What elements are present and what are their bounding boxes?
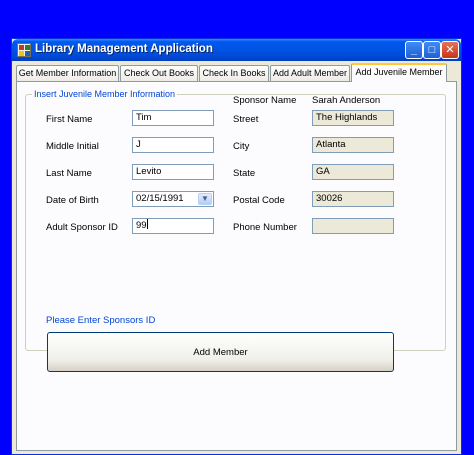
juvenile-info-groupbox: Insert Juvenile Member Information First… bbox=[25, 89, 446, 351]
title-bar[interactable]: Library Management Application _ □ ✕ bbox=[12, 39, 461, 61]
street-value: The Highlands bbox=[316, 112, 378, 123]
last-name-label: Last Name bbox=[46, 168, 92, 179]
middle-initial-value: J bbox=[136, 139, 141, 150]
sponsor-name-value: Sarah Anderson bbox=[312, 95, 381, 106]
last-name-input[interactable]: Levito bbox=[132, 164, 214, 180]
street-label: Street bbox=[233, 114, 259, 125]
first-name-input[interactable]: Tim bbox=[132, 110, 214, 126]
close-icon: ✕ bbox=[445, 43, 455, 56]
tab-add-adult-member[interactable]: Add Adult Member bbox=[270, 65, 350, 81]
city-label: City bbox=[233, 141, 250, 152]
groupbox-title: Insert Juvenile Member Information bbox=[32, 89, 178, 99]
tab-panel: Insert Juvenile Member Information First… bbox=[16, 81, 457, 451]
tab-add-juvenile-member[interactable]: Add Juvenile Member bbox=[351, 63, 447, 82]
date-of-birth-value: 02/15/1991 bbox=[136, 193, 184, 204]
postal-code-value: 30026 bbox=[316, 193, 343, 204]
last-name-value: Levito bbox=[136, 166, 162, 177]
add-member-button[interactable]: Add Member bbox=[47, 332, 394, 372]
chevron-down-icon[interactable]: ▼ bbox=[198, 193, 212, 205]
adult-sponsor-id-input[interactable]: 99 bbox=[132, 218, 214, 234]
tab-strip: Get Member Information Check Out Books C… bbox=[16, 63, 461, 82]
tab-check-out-books[interactable]: Check Out Books bbox=[120, 65, 198, 81]
adult-sponsor-id-label: Adult Sponsor ID bbox=[46, 222, 118, 233]
app-window: Library Management Application _ □ ✕ Get… bbox=[11, 38, 462, 455]
date-of-birth-label: Date of Birth bbox=[46, 195, 99, 206]
maximize-button[interactable]: □ bbox=[423, 41, 441, 59]
first-name-label: First Name bbox=[46, 114, 93, 125]
text-cursor bbox=[146, 219, 148, 229]
state-label: State bbox=[233, 168, 256, 179]
minimize-button[interactable]: _ bbox=[405, 41, 423, 59]
first-name-value: Tim bbox=[136, 112, 152, 123]
tab-check-in-books[interactable]: Check In Books bbox=[199, 65, 269, 81]
phone-number-field bbox=[312, 218, 394, 234]
sponsor-id-hint: Please Enter Sponsors ID bbox=[46, 315, 156, 326]
app-icon bbox=[17, 43, 31, 57]
postal-code-field: 30026 bbox=[312, 191, 394, 207]
state-field: GA bbox=[312, 164, 394, 180]
date-of-birth-picker[interactable]: 02/15/1991 ▼ bbox=[132, 191, 214, 207]
middle-initial-label: Middle Initial bbox=[46, 141, 99, 152]
maximize-icon: □ bbox=[428, 43, 436, 56]
postal-code-label: Postal Code bbox=[233, 195, 285, 206]
city-field: Atlanta bbox=[312, 137, 394, 153]
state-value: GA bbox=[316, 166, 330, 177]
adult-sponsor-id-value: 99 bbox=[136, 220, 147, 231]
phone-number-label: Phone Number bbox=[233, 222, 297, 233]
close-button[interactable]: ✕ bbox=[441, 41, 459, 59]
city-value: Atlanta bbox=[316, 139, 346, 150]
minimize-icon: _ bbox=[410, 43, 418, 56]
street-field: The Highlands bbox=[312, 110, 394, 126]
sponsor-name-label: Sponsor Name bbox=[233, 95, 297, 106]
window-title: Library Management Application bbox=[35, 43, 213, 55]
tab-get-member-information[interactable]: Get Member Information bbox=[16, 65, 119, 81]
middle-initial-input[interactable]: J bbox=[132, 137, 214, 153]
